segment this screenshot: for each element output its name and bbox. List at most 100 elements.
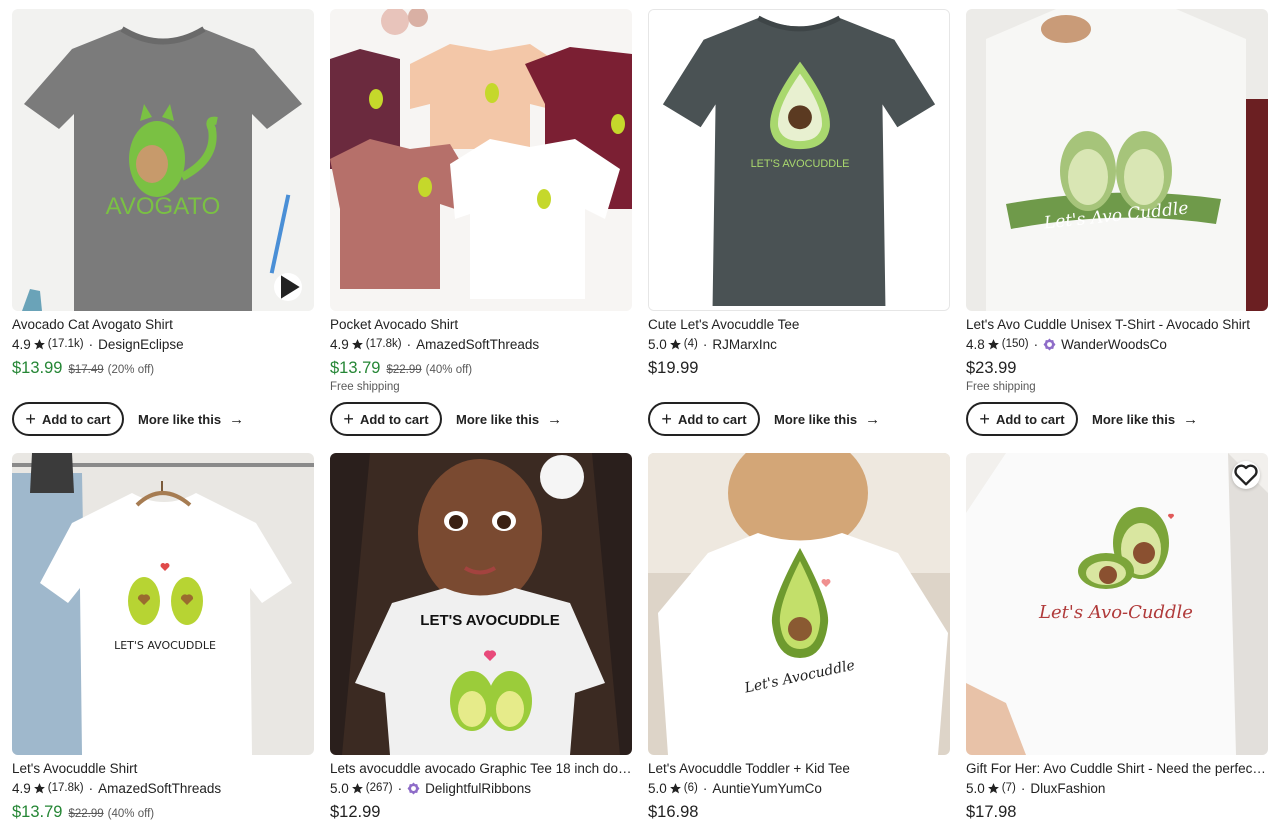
listing-image[interactable]: Let's Avocuddle	[648, 453, 950, 755]
listing-title[interactable]: Lets avocuddle avocado Graphic Tee 18 in…	[330, 761, 632, 777]
plus-icon: +	[661, 409, 672, 429]
price-row: $17.98	[966, 803, 1268, 821]
rating-value: 5.0	[966, 781, 985, 796]
plus-icon: +	[25, 409, 36, 429]
add-to-cart-button[interactable]: + Add to cart	[330, 402, 442, 436]
review-count: (6)	[683, 782, 698, 794]
listing-image[interactable]: LET'S AVOCUDDLE	[12, 453, 314, 755]
star-icon	[669, 783, 681, 794]
discount-label: (40% off)	[425, 364, 473, 376]
shop-name[interactable]: RJMarxInc	[712, 336, 777, 353]
shop-name[interactable]: DelightfulRibbons	[425, 780, 531, 797]
listing-image[interactable]: Let's Avo Cuddle	[966, 9, 1268, 311]
review-count: (17.8k)	[365, 338, 402, 350]
listing-image[interactable]: LET'S AVOCUDDLE	[648, 9, 950, 311]
listing-image[interactable]	[330, 9, 632, 311]
price: $23.99	[966, 359, 1017, 377]
shirt-graphic-text: LET'S AVOCUDDLE	[114, 639, 216, 652]
review-count: (267)	[365, 782, 393, 794]
rating-value: 4.9	[330, 337, 349, 352]
listing-meta: 4.8 (150) · WanderWoodsCo	[966, 336, 1268, 353]
more-like-this-link[interactable]: More like this →	[456, 411, 562, 428]
listing-meta: 5.0 (7) · DluxFashion	[966, 780, 1268, 797]
free-shipping-label: Free shipping	[966, 381, 1036, 393]
plus-icon: +	[979, 409, 990, 429]
separator-dot: ·	[1020, 781, 1026, 796]
add-to-cart-button[interactable]: + Add to cart	[966, 402, 1078, 436]
discount-label: (20% off)	[107, 364, 155, 376]
more-like-this-link[interactable]: More like this →	[774, 411, 880, 428]
rating-value: 4.9	[12, 781, 31, 796]
price-row: $23.99	[966, 359, 1268, 378]
star-icon	[669, 339, 681, 350]
sale-price: $13.99	[12, 359, 63, 377]
free-shipping-label: Free shipping	[330, 381, 400, 393]
listing-meta: 5.0 (6) · AuntieYumYumCo	[648, 780, 950, 797]
rating-value: 4.9	[12, 337, 31, 352]
star-icon	[351, 783, 363, 794]
shirt-graphic-text: Let's Avo-Cuddle	[1038, 602, 1193, 623]
separator-dot: ·	[88, 781, 94, 796]
shop-name[interactable]: DluxFashion	[1030, 780, 1105, 797]
price: $19.99	[648, 359, 699, 377]
listing-card[interactable]: Let's Avo-Cuddle Gift For Her: Avo Cuddl…	[966, 453, 1268, 821]
listing-title[interactable]: Let's Avo Cuddle Unisex T-Shirt - Avocad…	[966, 317, 1268, 333]
separator-dot: ·	[702, 781, 708, 796]
listing-card[interactable]: AVOGATO Avocado Cat Avogato Shirt 4.9 (1…	[12, 9, 314, 378]
review-count: (150)	[1001, 338, 1029, 350]
listing-card[interactable]: Let's Avo Cuddle Let's Avo Cuddle Unisex…	[966, 9, 1268, 393]
listing-card[interactable]: Let's Avocuddle Let's Avocuddle Toddler …	[648, 453, 950, 821]
play-video-icon[interactable]	[274, 273, 302, 301]
listing-title[interactable]: Pocket Avocado Shirt	[330, 317, 632, 333]
favorite-heart-icon[interactable]	[1232, 461, 1260, 489]
separator-dot: ·	[397, 781, 403, 796]
listing-meta: 4.9 (17.8k) · AmazedSoftThreads	[330, 336, 632, 353]
add-to-cart-button[interactable]: + Add to cart	[648, 402, 760, 436]
listing-card[interactable]: LET'S AVOCUDDLE Cute Let's Avocuddle Tee…	[648, 9, 950, 378]
star-icon	[351, 339, 363, 350]
arrow-right-icon: →	[547, 410, 563, 428]
more-like-this-link[interactable]: More like this →	[138, 411, 244, 428]
listing-title[interactable]: Avocado Cat Avogato Shirt	[12, 317, 314, 333]
rating-value: 5.0	[648, 337, 667, 352]
shirt-graphic-text: LET'S AVOCUDDLE	[420, 612, 559, 629]
price-row: $13.79 $22.99 (40% off)	[330, 359, 632, 378]
listing-title[interactable]: Let's Avocuddle Shirt	[12, 761, 314, 777]
shop-name[interactable]: AmazedSoftThreads	[416, 336, 539, 353]
price: $17.98	[966, 803, 1017, 821]
review-count: (17.1k)	[47, 338, 84, 350]
listing-card[interactable]: LET'S AVOCUDDLE Lets avocuddle avocado G…	[330, 453, 632, 821]
rating-value: 5.0	[330, 781, 349, 796]
shop-name[interactable]: AuntieYumYumCo	[712, 780, 822, 797]
shop-name[interactable]: DesignEclipse	[98, 336, 184, 353]
price-row: $13.79 $22.99 (40% off)	[12, 803, 314, 821]
rating-value: 4.8	[966, 337, 985, 352]
price: $16.98	[648, 803, 699, 821]
separator-dot: ·	[88, 337, 94, 352]
listing-image[interactable]: AVOGATO	[12, 9, 314, 311]
listing-actions: + Add to cart More like this →	[966, 402, 1198, 436]
shop-name[interactable]: AmazedSoftThreads	[98, 780, 221, 797]
original-price: $17.49	[68, 364, 104, 376]
listing-card[interactable]: LET'S AVOCUDDLE Let's Avocuddle Shirt 4.…	[12, 453, 314, 821]
price-row: $13.99 $17.49 (20% off)	[12, 359, 314, 378]
review-count: (7)	[1001, 782, 1016, 794]
star-seller-badge-icon	[407, 782, 420, 795]
listing-title[interactable]: Let's Avocuddle Toddler + Kid Tee	[648, 761, 950, 777]
listing-title[interactable]: Gift For Her: Avo Cuddle Shirt - Need th…	[966, 761, 1268, 777]
shirt-graphic-text: LET'S AVOCUDDLE	[751, 158, 850, 170]
listing-title[interactable]: Cute Let's Avocuddle Tee	[648, 317, 950, 333]
shop-name[interactable]: WanderWoodsCo	[1061, 336, 1167, 353]
listing-actions: + Add to cart More like this →	[330, 402, 562, 436]
add-to-cart-button[interactable]: + Add to cart	[12, 402, 124, 436]
shirt-graphic-text: AVOGATO	[106, 193, 221, 220]
price-row: $16.98	[648, 803, 950, 821]
more-like-this-link[interactable]: More like this →	[1092, 411, 1198, 428]
listing-card[interactable]: Pocket Avocado Shirt 4.9 (17.8k) · Amaze…	[330, 9, 632, 393]
listing-image[interactable]: LET'S AVOCUDDLE	[330, 453, 632, 755]
listing-image[interactable]: Let's Avo-Cuddle	[966, 453, 1268, 755]
price-row: $12.99	[330, 803, 632, 821]
star-icon	[987, 783, 999, 794]
sale-price: $13.79	[330, 359, 381, 377]
star-icon	[33, 339, 45, 350]
